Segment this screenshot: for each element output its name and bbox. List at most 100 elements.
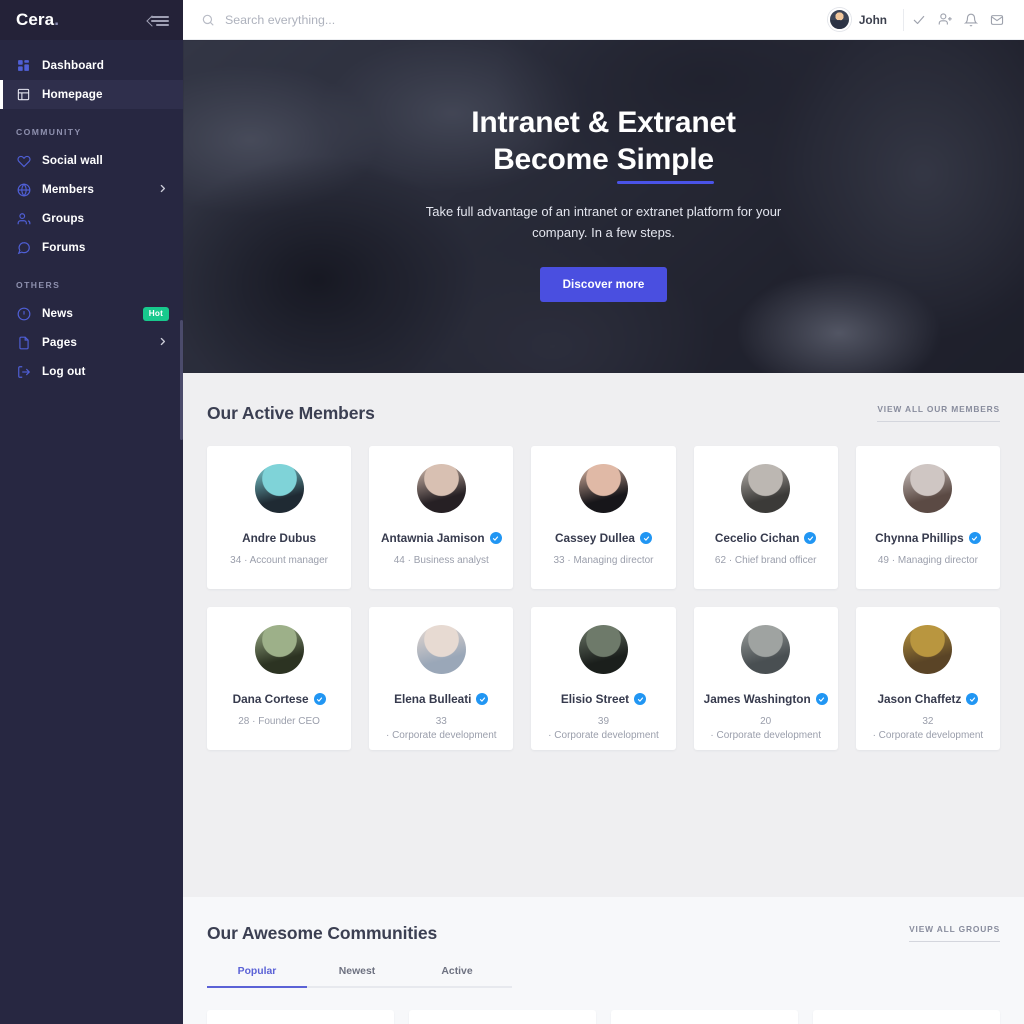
sidebar-item-homepage[interactable]: Homepage xyxy=(0,80,183,109)
sidebar-item-label: Homepage xyxy=(42,88,103,101)
add-user-icon[interactable] xyxy=(932,7,958,33)
member-name: Andre Dubus xyxy=(242,531,316,545)
member-meta: 49 · Managing director xyxy=(877,555,978,566)
sidebar-item-label: News xyxy=(42,307,73,320)
app-logo[interactable]: Cera. xyxy=(16,10,59,30)
member-name-text: Andre Dubus xyxy=(242,531,317,545)
hero-subtitle: Take full advantage of an intranet or ex… xyxy=(425,203,782,240)
globe-icon xyxy=(16,182,31,197)
member-card[interactable]: Andre Dubus 34 · Account manager xyxy=(207,446,352,589)
main-area: John Intranet & Extranet Be xyxy=(183,0,1024,1024)
hero-content: Intranet & Extranet Become Simple Take f… xyxy=(183,40,1024,373)
member-card[interactable]: Cecelio Cichan 62 · Chief brand officer xyxy=(693,446,838,589)
hero-title-underlined-word: Simple xyxy=(616,142,714,184)
sidebar-item-social-wall[interactable]: Social wall xyxy=(0,146,183,175)
member-name: Elisio Street xyxy=(561,692,647,706)
bell-icon[interactable] xyxy=(958,7,984,33)
nav-top-gap xyxy=(0,40,183,51)
tab-popular[interactable]: Popular xyxy=(207,966,307,988)
verified-badge-icon xyxy=(815,693,828,705)
member-name: Chynna Phillips xyxy=(875,531,981,545)
alert-circle-icon xyxy=(16,306,31,321)
tab-active[interactable]: Active xyxy=(407,966,507,986)
tab-newest[interactable]: Newest xyxy=(307,966,407,986)
member-name: James Washington xyxy=(704,692,828,706)
sidebar-item-label: Log out xyxy=(42,365,86,378)
member-meta: 28 · Founder CEO xyxy=(238,716,320,727)
member-meta: 33 · Corporate development xyxy=(385,716,497,742)
member-avatar xyxy=(578,625,628,674)
member-avatar xyxy=(903,625,953,674)
verified-badge-icon xyxy=(313,693,326,705)
member-card[interactable]: Jason Chaffetz 32 · Corporate development xyxy=(855,607,1000,750)
check-icon[interactable] xyxy=(906,7,932,33)
member-name-text: Chynna Phillips xyxy=(875,531,964,545)
member-card[interactable]: Chynna Phillips 49 · Managing director xyxy=(855,446,1000,589)
search-container xyxy=(201,12,828,27)
communities-tabs: Popular Newest Active xyxy=(207,966,512,988)
member-card[interactable]: James Washington 20 · Corporate developmen… xyxy=(693,607,838,750)
member-meta: 33 · Managing director xyxy=(553,555,654,566)
discover-more-button[interactable]: Discover more xyxy=(539,266,668,302)
group-card[interactable] xyxy=(207,1010,394,1024)
sidebar-item-label: Forums xyxy=(42,241,86,254)
view-all-groups-link[interactable]: View all groups xyxy=(909,924,1000,942)
view-all-members-link[interactable]: View all our members xyxy=(877,404,1000,422)
verified-badge-icon xyxy=(489,532,502,544)
group-card-grid xyxy=(207,1010,1000,1024)
member-meta: 44 · Business analyst xyxy=(393,555,489,566)
group-card[interactable] xyxy=(409,1010,596,1024)
member-card[interactable]: Elena Bulleati 33 · Corporate development xyxy=(369,607,514,750)
logout-icon xyxy=(16,364,31,379)
collapse-menu-icon[interactable] xyxy=(149,13,169,27)
verified-badge-icon xyxy=(968,532,981,544)
member-name: Jason Chaffetz xyxy=(877,692,979,706)
chat-icon xyxy=(16,240,31,255)
member-card[interactable]: Elisio Street 39 · Corporate development xyxy=(531,607,676,750)
member-card[interactable]: Cassey Dullea 33 · Managing director xyxy=(531,446,676,589)
sidebar-item-label: Groups xyxy=(42,212,85,225)
member-name-text: Elena Bulleati xyxy=(394,692,472,706)
sidebar-item-label: Dashboard xyxy=(42,59,104,72)
mail-icon[interactable] xyxy=(984,7,1010,33)
member-meta: 62 · Chief brand officer xyxy=(714,555,817,566)
chevron-right-icon xyxy=(158,336,167,349)
member-avatar xyxy=(741,464,791,513)
sidebar-section-others: OTHERS xyxy=(16,280,61,290)
hero-title: Intranet & Extranet Become Simple xyxy=(471,105,736,184)
sidebar-item-dashboard[interactable]: Dashboard xyxy=(0,51,183,80)
member-card[interactable]: Dana Cortese 28 · Founder CEO xyxy=(207,607,352,750)
member-avatar xyxy=(416,464,466,513)
member-name-text: Antawnia Jamison xyxy=(381,531,485,545)
group-card[interactable] xyxy=(611,1010,798,1024)
verified-badge-icon xyxy=(634,693,647,705)
member-avatar xyxy=(254,464,304,513)
user-menu[interactable]: John xyxy=(827,8,901,31)
member-name-text: Dana Cortese xyxy=(232,692,309,706)
sidebar-item-log-out[interactable]: Log out xyxy=(0,357,183,386)
member-name: Elena Bulleati xyxy=(394,692,489,706)
sidebar-item-groups[interactable]: Groups xyxy=(0,204,183,233)
sidebar-item-news[interactable]: News Hot xyxy=(0,299,183,328)
sidebar-item-members[interactable]: Members xyxy=(0,175,183,204)
member-card[interactable]: Antawnia Jamison 44 · Business analyst xyxy=(369,446,514,589)
member-card-grid: Andre Dubus 34 · Account manager Antawnia … xyxy=(207,446,1000,750)
sidebar-item-label: Members xyxy=(42,183,95,196)
verified-badge-icon xyxy=(640,532,652,544)
sidebar-item-pages[interactable]: Pages xyxy=(0,328,183,357)
grid-icon xyxy=(16,58,31,73)
member-name-text: Jason Chaffetz xyxy=(877,692,962,706)
active-members-section: Our Active Members View all our members … xyxy=(183,373,1024,897)
hero-title-line2-prefix: Become xyxy=(493,142,617,176)
status-badge-hot: Hot xyxy=(142,306,169,321)
sidebar-item-forums[interactable]: Forums xyxy=(0,233,183,262)
group-card[interactable] xyxy=(813,1010,1000,1024)
app-logo-dot: . xyxy=(54,10,60,29)
heart-icon xyxy=(16,153,31,168)
layout-icon xyxy=(16,87,31,102)
sidebar-item-label: Social wall xyxy=(42,154,103,167)
member-avatar xyxy=(254,625,304,674)
member-meta: 39 · Corporate development xyxy=(548,716,659,742)
search-input[interactable] xyxy=(225,12,565,27)
member-avatar xyxy=(578,464,628,513)
